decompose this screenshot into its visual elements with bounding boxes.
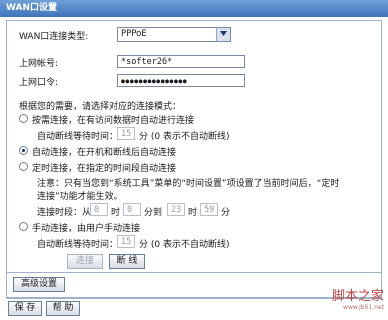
- on-demand-idle-label: 自动断线等待时间：: [37, 132, 119, 142]
- conn-type-label: WAN口连接类型:: [19, 32, 89, 42]
- wan-settings-panel: WAN口连接类型: PPPoE 上网帐号: *softer26* 上网口令: ●…: [6, 20, 382, 298]
- conn-type-value: PPPoE: [121, 29, 147, 39]
- watermark-url: www.jb51.net: [343, 304, 384, 311]
- to-hour-unit: 时: [188, 208, 198, 218]
- manual-connect-radio[interactable]: [19, 222, 28, 231]
- watermark-main: 脚本之家: [331, 289, 384, 304]
- chevron-down-icon[interactable]: [216, 28, 230, 41]
- manual-connect-label: 手动连接，由用户手动连接: [32, 224, 141, 234]
- from-hour-input[interactable]: 0: [90, 203, 108, 216]
- connect-button[interactable]: 连接: [67, 254, 103, 269]
- to-min-unit: 分: [221, 208, 231, 218]
- on-demand-idle-input[interactable]: 15: [117, 127, 135, 140]
- advanced-settings-button[interactable]: 高级设置: [13, 277, 65, 292]
- timed-note-line1: 注意：只有当您到“系统工具”菜单的“时间设置”项设置了当前时间后，“定时: [37, 179, 340, 189]
- window-title: WAN口设置: [0, 0, 388, 17]
- conn-type-select[interactable]: PPPoE: [117, 27, 231, 42]
- timed-connect-radio[interactable]: [19, 162, 28, 171]
- timed-note-line2: 连接”功能才能生效。: [37, 192, 123, 202]
- manual-idle-label: 自动断线等待时间：: [37, 240, 119, 250]
- from-hour-unit: 时: [111, 208, 121, 218]
- manual-idle-suffix: 分 (0 表示不自动断线): [139, 240, 230, 250]
- to-hour-input[interactable]: 23: [167, 203, 185, 216]
- on-demand-label: 按需连接，在有访问数据时自动进行连接: [32, 116, 195, 126]
- period-label: 连接时段：从: [37, 208, 92, 218]
- account-input[interactable]: *softer26*: [117, 55, 245, 68]
- from-min-unit: 分到: [144, 208, 163, 218]
- timed-connect-label: 定时连接，在指定的时间段自动连接: [32, 164, 177, 174]
- password-input[interactable]: ●●●●●●●●●●●●●●●: [117, 74, 245, 87]
- site-watermark: 脚本之家 www.jb51.net: [332, 285, 384, 311]
- account-label: 上网帐号:: [19, 59, 59, 69]
- manual-idle-input[interactable]: 15: [117, 235, 135, 248]
- mode-intro-text: 根据您的需要，请选择对应的连接模式：: [19, 102, 182, 112]
- disconnect-button[interactable]: 断 线: [109, 254, 145, 269]
- auto-connect-label: 自动连接，在开机和断线后自动连接: [32, 148, 177, 158]
- save-button[interactable]: 保 存: [8, 301, 42, 316]
- auto-connect-radio[interactable]: [19, 146, 28, 155]
- password-label: 上网口令:: [19, 78, 59, 88]
- to-min-input[interactable]: 59: [200, 203, 218, 216]
- footer-divider: [6, 298, 382, 299]
- on-demand-radio[interactable]: [19, 114, 28, 123]
- section-divider: [7, 272, 381, 273]
- help-button[interactable]: 帮 助: [46, 301, 80, 316]
- on-demand-idle-suffix: 分 (0 表示不自动断线): [139, 132, 230, 142]
- from-min-input[interactable]: 0: [123, 203, 141, 216]
